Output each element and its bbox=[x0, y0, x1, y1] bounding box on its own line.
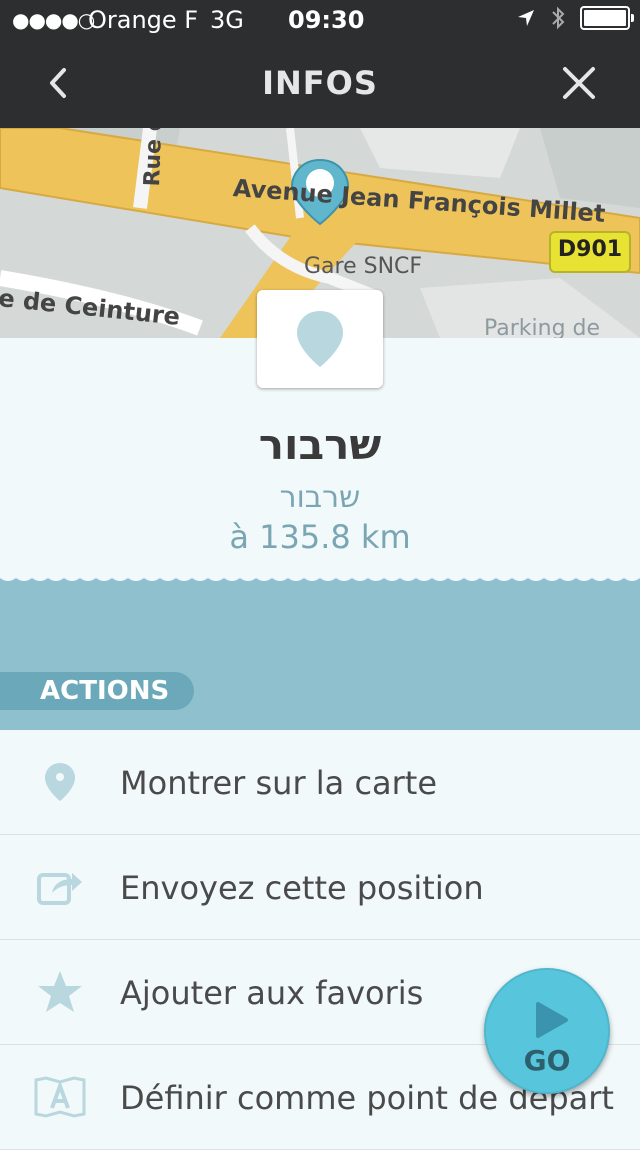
action-show-on-map[interactable]: Montrer sur la carte bbox=[0, 730, 640, 835]
place-subname: שרבור bbox=[279, 480, 361, 515]
action-label: Montrer sur la carte bbox=[120, 764, 438, 802]
map-pin-icon bbox=[34, 760, 86, 804]
close-icon bbox=[563, 67, 595, 99]
place-thumbnail bbox=[257, 290, 383, 388]
status-indicators bbox=[516, 6, 634, 30]
go-button[interactable]: GO bbox=[484, 968, 610, 1094]
start-point-icon bbox=[34, 1075, 86, 1119]
go-label: GO bbox=[523, 1044, 571, 1077]
clock: 09:30 bbox=[288, 6, 365, 34]
action-label: Ajouter aux favoris bbox=[120, 974, 424, 1012]
map-pin-icon bbox=[297, 311, 343, 367]
close-button[interactable] bbox=[554, 58, 604, 108]
action-label: Envoyez cette position bbox=[120, 869, 484, 907]
battery-icon bbox=[580, 6, 634, 30]
place-name: שרבור bbox=[258, 420, 382, 469]
road-badge: D901 bbox=[557, 237, 623, 262]
carrier-name: Orange F bbox=[88, 6, 199, 34]
bluetooth-icon bbox=[552, 6, 565, 30]
wave-divider bbox=[0, 572, 640, 586]
page-title: INFOS bbox=[262, 64, 378, 102]
play-icon bbox=[536, 1002, 568, 1038]
status-bar: ●●●●○ Orange F 3G 09:30 bbox=[0, 0, 640, 40]
location-arrow-icon bbox=[518, 10, 534, 26]
map-label-station: Gare SNCF bbox=[304, 254, 423, 279]
action-send-position[interactable]: Envoyez cette position bbox=[0, 835, 640, 940]
signal-strength: ●●●●○ bbox=[12, 8, 95, 32]
network-type: 3G bbox=[210, 6, 244, 34]
share-icon bbox=[34, 865, 86, 909]
actions-header: ACTIONS bbox=[0, 672, 194, 710]
map-label-parking: Parking de bbox=[484, 316, 601, 338]
place-distance: à 135.8 km bbox=[229, 518, 411, 556]
map-label-street-left: Rue d bbox=[140, 128, 168, 187]
star-icon bbox=[34, 970, 86, 1014]
nav-bar: INFOS bbox=[0, 40, 640, 128]
